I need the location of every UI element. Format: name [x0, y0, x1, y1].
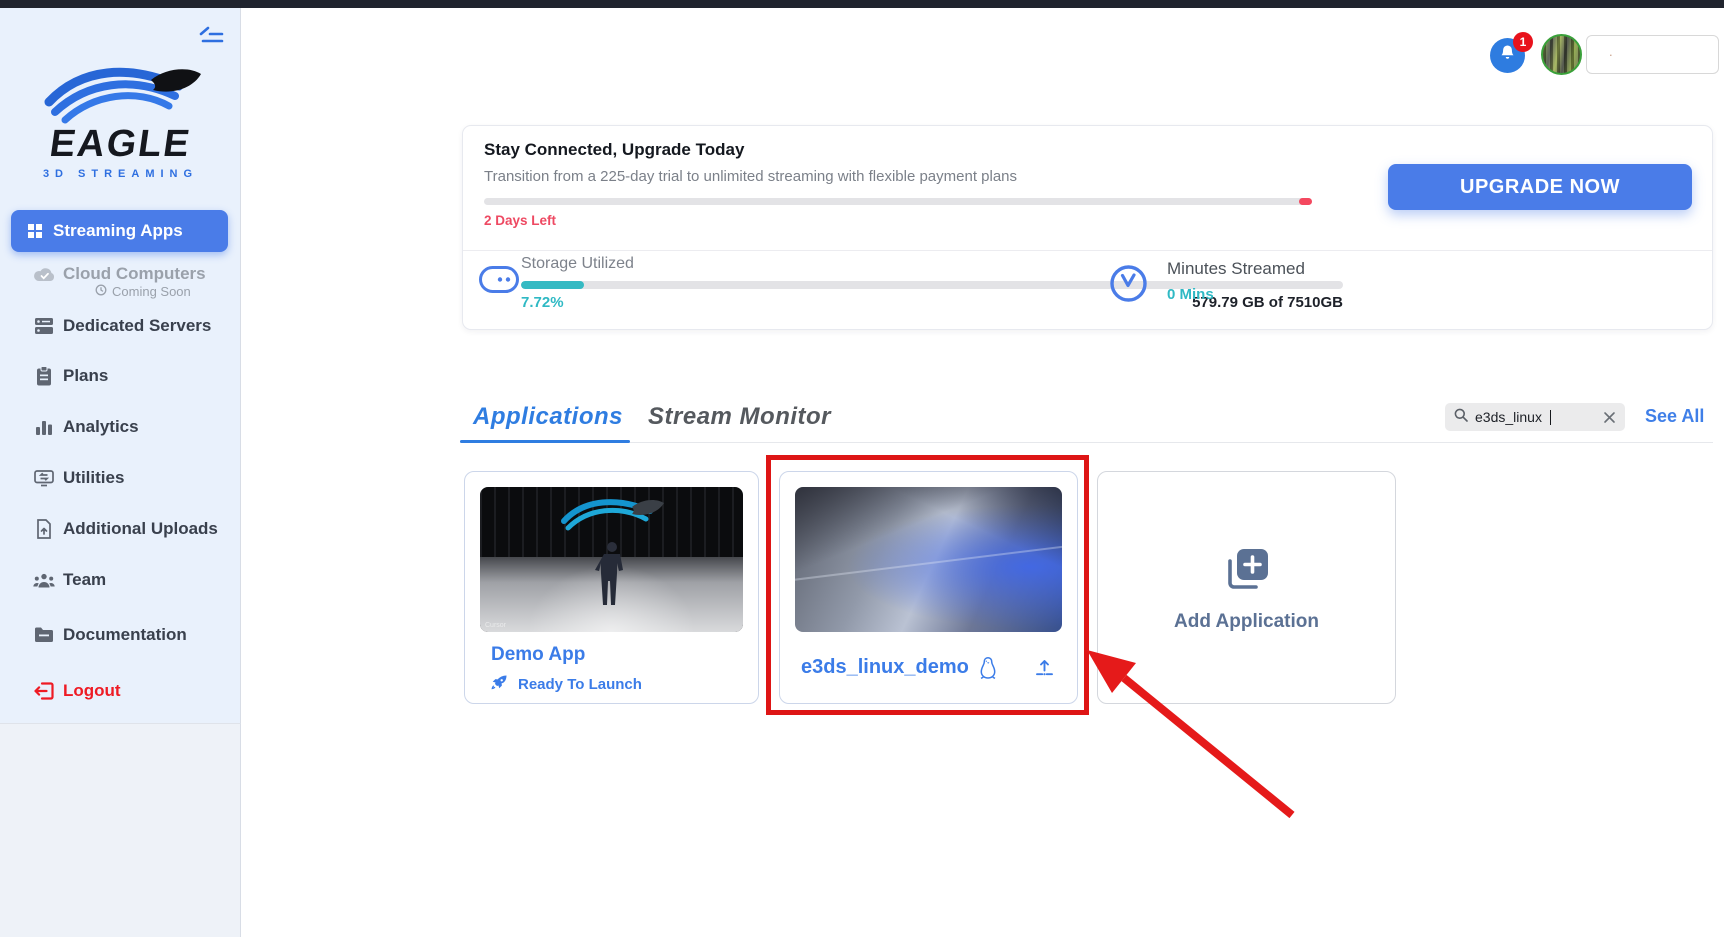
profile-box[interactable]: . — [1586, 35, 1719, 74]
trial-progress-remaining — [1299, 198, 1312, 205]
search-input[interactable]: e3ds_linux — [1445, 403, 1625, 431]
clipboard-icon — [33, 366, 55, 386]
brand-logo: EAGLE 3D STREAMING — [0, 62, 241, 180]
sidebar-item-label: Additional Uploads — [63, 519, 218, 539]
sidebar-item-cloud-computers: Cloud Computers — [33, 264, 206, 284]
bar-chart-icon — [33, 418, 55, 436]
sidebar-item-label: Analytics — [63, 417, 139, 437]
dashboard: EAGLE 3D STREAMING Streaming Apps Cloud … — [0, 0, 1724, 937]
sidebar-item-label: Cloud Computers — [63, 264, 206, 284]
sidebar-item-streaming-apps[interactable]: Streaming Apps — [11, 210, 228, 252]
app-status: Ready To Launch — [491, 674, 642, 695]
people-icon — [33, 572, 55, 588]
text-cursor — [1550, 410, 1552, 425]
storage-progress-fill — [521, 281, 584, 289]
sidebar-item-label: Dedicated Servers — [63, 316, 211, 336]
tab-stream-monitor[interactable]: Stream Monitor — [648, 403, 831, 431]
cloud-check-icon — [33, 266, 55, 282]
servers-icon — [33, 317, 55, 335]
user-avatar[interactable] — [1541, 34, 1582, 75]
eagle-waves-icon — [39, 62, 203, 124]
thumbnail-watermark: Cursor — [485, 622, 506, 629]
storage-label: Storage Utilized — [521, 255, 634, 273]
clear-search-icon[interactable] — [1603, 411, 1616, 424]
linux-penguin-icon — [978, 656, 998, 685]
demo-app-thumbnail[interactable]: Cursor — [480, 487, 743, 632]
sidebar-footer-area — [0, 723, 241, 937]
add-application-icon — [1222, 546, 1272, 599]
storage-percent: 7.72% — [521, 294, 564, 311]
sidebar-item-dedicated-servers[interactable]: Dedicated Servers — [33, 316, 211, 336]
tabs-divider — [460, 442, 1713, 443]
days-left-label: 2 Days Left — [484, 213, 556, 228]
clock-icon — [1109, 264, 1148, 308]
character-figure — [592, 541, 632, 614]
sidebar-item-label: Team — [63, 570, 106, 590]
sidebar-item-label: Logout — [63, 681, 121, 701]
folder-icon — [33, 627, 55, 643]
e3ds-app-thumbnail[interactable] — [795, 487, 1062, 632]
tab-applications[interactable]: Applications — [473, 403, 623, 431]
display-transfer-icon — [33, 469, 55, 487]
notification-badge: 1 — [1513, 32, 1533, 52]
upload-icon[interactable] — [1034, 657, 1055, 683]
app-card-e3ds-linux-demo[interactable]: e3ds_linux_demo — [779, 471, 1078, 704]
storage-progress-bar — [521, 281, 1343, 289]
upgrade-now-button[interactable]: UPGRADE NOW — [1388, 164, 1692, 210]
grid-icon — [24, 223, 46, 239]
storage-usage: 579.79 GB of 7510GB — [1192, 294, 1343, 311]
active-tab-underline — [460, 440, 630, 443]
eagle-logo-in-scene — [556, 495, 666, 540]
sidebar-item-documentation[interactable]: Documentation — [33, 625, 187, 645]
app-card-demo[interactable]: Cursor Demo App Ready To Launch — [464, 471, 759, 704]
banner-title: Stay Connected, Upgrade Today — [484, 140, 744, 160]
add-application-label: Add Application — [1174, 611, 1319, 633]
sidebar-item-additional-uploads[interactable]: Additional Uploads — [33, 519, 218, 539]
sidebar-item-team[interactable]: Team — [33, 570, 106, 590]
coming-soon-note: Coming Soon — [95, 284, 191, 299]
app-title[interactable]: e3ds_linux_demo — [801, 656, 969, 679]
sidebar-item-label: Documentation — [63, 625, 187, 645]
sidebar-item-label: Utilities — [63, 468, 124, 488]
sidebar-item-label: Streaming Apps — [53, 221, 183, 241]
clock-small-icon — [95, 284, 107, 299]
sidebar-item-label: Plans — [63, 366, 108, 386]
sidebar-item-plans[interactable]: Plans — [33, 366, 108, 386]
logout-icon — [33, 682, 55, 700]
sidebar-collapse-icon[interactable] — [198, 26, 224, 46]
minutes-streamed-label: Minutes Streamed — [1167, 259, 1305, 279]
brand-tagline: 3D STREAMING — [0, 168, 241, 180]
banner-subtitle: Transition from a 225-day trial to unlim… — [484, 168, 1017, 185]
bell-icon — [1499, 44, 1516, 67]
sidebar-item-logout[interactable]: Logout — [33, 681, 121, 701]
search-icon — [1454, 408, 1468, 427]
banner-divider — [463, 250, 1712, 251]
see-all-link[interactable]: See All — [1645, 406, 1704, 427]
storage-icon — [479, 266, 519, 298]
sidebar-item-analytics[interactable]: Analytics — [33, 417, 139, 437]
add-application-card[interactable]: Add Application — [1097, 471, 1396, 704]
brand-name: EAGLE — [0, 125, 244, 163]
search-value: e3ds_linux — [1475, 409, 1542, 425]
rocket-icon — [491, 674, 508, 695]
file-upload-icon — [33, 519, 55, 539]
app-title[interactable]: Demo App — [491, 644, 585, 666]
minutes-streamed-value: 0 Mins — [1167, 286, 1214, 303]
trial-progress-bar — [484, 198, 1312, 205]
notifications-button[interactable]: 1 — [1490, 38, 1525, 73]
sidebar: EAGLE 3D STREAMING Streaming Apps Cloud … — [0, 8, 241, 723]
sidebar-item-utilities[interactable]: Utilities — [33, 468, 124, 488]
upgrade-banner-card: Stay Connected, Upgrade Today Transition… — [462, 125, 1713, 330]
top-dark-strip — [0, 0, 1724, 8]
